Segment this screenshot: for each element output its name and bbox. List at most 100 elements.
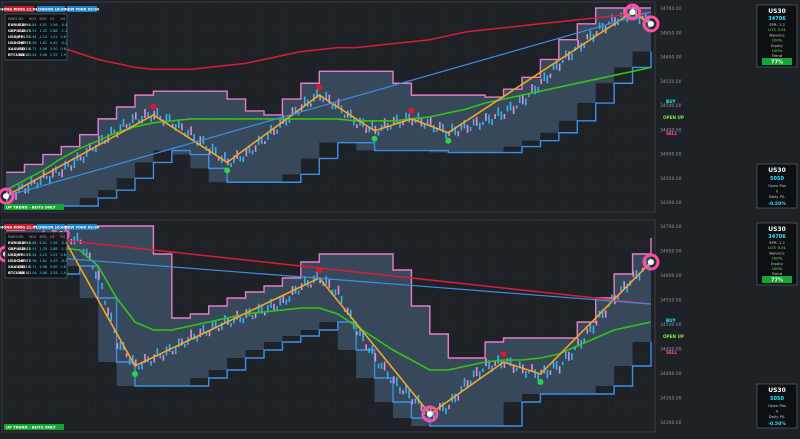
info-symbol: US30 xyxy=(768,226,786,233)
price-bar xyxy=(386,371,389,380)
signal-open-up: OPEN UP xyxy=(663,115,684,120)
price-bar xyxy=(110,312,113,322)
price-bar xyxy=(58,171,60,177)
swing-ring-center xyxy=(648,259,654,265)
price-bar xyxy=(196,336,199,342)
price-bar xyxy=(469,126,472,131)
price-bar xyxy=(393,376,395,384)
table-cell: 1.01 xyxy=(50,35,58,39)
price-bar xyxy=(276,129,278,134)
price-tick-label: 34350.00 xyxy=(660,176,682,182)
table-cell: 1.61 xyxy=(40,259,48,263)
price-bar xyxy=(503,363,506,368)
info-symbol-2: US30 xyxy=(768,387,786,394)
price-bar xyxy=(64,160,66,170)
info-line-2: Daily P/L xyxy=(769,414,786,419)
price-bar xyxy=(488,114,490,124)
price-bar xyxy=(500,111,503,120)
price-tick-label: 34650.00 xyxy=(660,30,682,36)
price-bar xyxy=(242,156,245,162)
price-bar xyxy=(534,369,536,378)
price-bar xyxy=(472,118,475,126)
table-cell: -0.2 xyxy=(61,41,68,45)
table-cell: 2.10 xyxy=(40,253,48,257)
table-header: PAIRS xyxy=(8,235,18,239)
price-bar xyxy=(414,398,417,404)
price-bar xyxy=(482,368,484,372)
price-tick-label: 34550.00 xyxy=(660,298,682,304)
price-tick-label: 34600.00 xyxy=(660,55,682,61)
table-cell: 4.98 xyxy=(40,265,48,269)
table-cell: 3.71 xyxy=(29,47,37,51)
signal-sell: SELL xyxy=(666,350,678,355)
table-cell: 3.58 xyxy=(29,259,37,263)
table-cell: 3.44 xyxy=(29,253,37,257)
table-header: M15 xyxy=(29,17,36,21)
price-bar xyxy=(457,395,460,401)
table-cell: 5.00 xyxy=(50,47,58,51)
price-bar xyxy=(558,63,561,72)
swing-ring-center xyxy=(426,411,433,417)
info-price-2: 5050 xyxy=(770,176,784,182)
price-bar xyxy=(595,321,598,326)
price-bar xyxy=(128,358,131,365)
price-bar xyxy=(242,317,245,324)
price-tick-label: 34700.00 xyxy=(660,6,682,12)
table-cell: 0.8 xyxy=(61,47,66,51)
signal-dot xyxy=(224,167,231,174)
price-bar xyxy=(475,367,478,377)
price-bar xyxy=(396,114,398,124)
table-cell: 1.61 xyxy=(40,41,48,45)
price-bar xyxy=(73,159,76,168)
price-bar xyxy=(190,329,192,339)
price-bar xyxy=(565,351,567,359)
info-line: Trend xyxy=(771,271,783,276)
price-bar xyxy=(460,124,463,131)
price-tick-label: 34400.00 xyxy=(660,371,682,377)
price-bar xyxy=(61,169,63,178)
swing-ring-center xyxy=(629,8,636,15)
price-bar xyxy=(70,165,73,171)
table-cell: 2.55 xyxy=(50,271,58,275)
price-bar xyxy=(211,143,214,153)
price-bar xyxy=(408,389,410,399)
price-bar xyxy=(181,123,183,131)
price-bar xyxy=(150,360,152,366)
price-bar xyxy=(497,355,500,364)
price-bar xyxy=(377,131,380,136)
price-bar xyxy=(171,350,174,355)
price-bar xyxy=(141,115,143,124)
signal-dot xyxy=(500,351,507,357)
price-bar xyxy=(561,361,564,365)
price-bar xyxy=(73,236,76,245)
price-tick-label: 34700.00 xyxy=(660,224,682,230)
price-bar xyxy=(439,121,441,130)
price-bar xyxy=(509,101,512,111)
price-bar xyxy=(540,78,543,84)
price-bar xyxy=(586,328,589,334)
dual-chart-canvas[interactable]: 34700.00 34650.00 34600.00 34550.00 34500.00… xyxy=(0,0,800,435)
price-bar xyxy=(239,316,242,323)
price-bar xyxy=(512,106,515,115)
price-bar xyxy=(463,377,466,387)
price-bar xyxy=(356,124,358,128)
info-pct: 77% xyxy=(771,278,783,284)
price-bar xyxy=(374,353,377,362)
table-cell: 2.10 xyxy=(40,35,48,39)
price-bar xyxy=(131,114,134,124)
signal-dot xyxy=(132,371,138,377)
table-cell: 3.71 xyxy=(29,265,37,269)
price-bar xyxy=(506,105,509,112)
price-bar xyxy=(494,361,496,366)
price-bar xyxy=(632,271,635,278)
table-cell: 5.00 xyxy=(50,265,58,269)
price-bar xyxy=(273,303,275,311)
table-cell: 4.01 xyxy=(40,241,48,245)
price-bar xyxy=(512,365,515,374)
price-bar xyxy=(543,72,546,82)
price-bar xyxy=(254,145,257,152)
price-bar xyxy=(251,315,254,320)
table-header: M5 xyxy=(19,235,24,239)
table-header: H1 xyxy=(50,17,55,21)
table-cell: 0.49 xyxy=(50,259,58,263)
